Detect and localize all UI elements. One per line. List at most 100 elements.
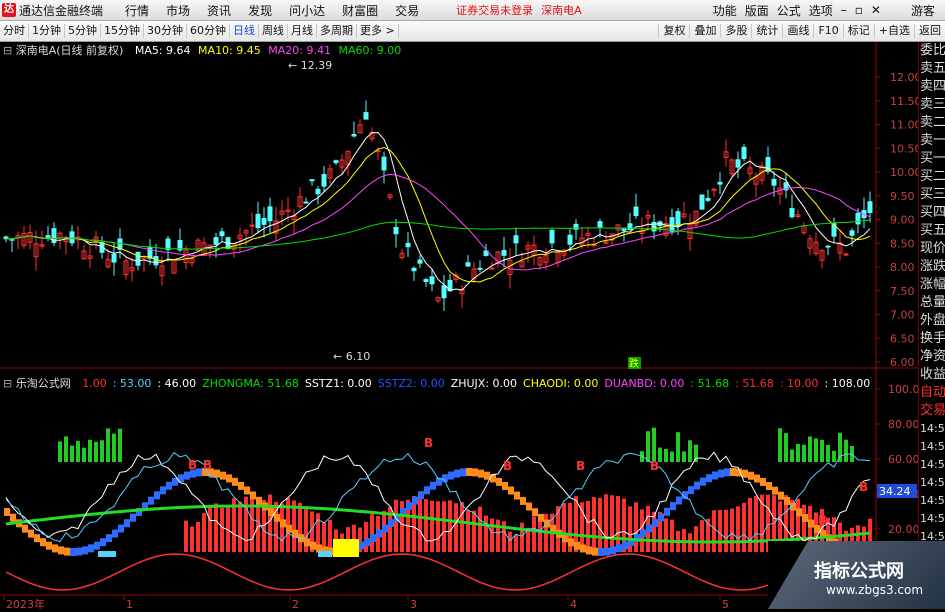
side-panel-item[interactable]: 交易 (920, 402, 945, 420)
candle-body (717, 181, 723, 185)
indicator-step (760, 477, 766, 486)
period-weekly[interactable]: 周线 (259, 24, 288, 38)
tool-f10[interactable]: F10 (813, 24, 842, 38)
menu-formula[interactable]: 公式 (777, 2, 801, 19)
indicator-bar-red (664, 518, 668, 552)
side-panel-item[interactable]: 外盘 (920, 312, 945, 330)
indicator-bar-red (484, 515, 488, 552)
indicator-step (10, 513, 16, 522)
price-tick-label: 7.50 (890, 285, 915, 298)
minimize-icon[interactable]: – (841, 3, 847, 17)
chart-area[interactable]: ⊟ 深南电A(日线 前复权) MA5: 9.64 MA10: 9.45 MA20… (0, 42, 927, 611)
indicator-step (586, 546, 592, 555)
menu-ask[interactable]: 问小达 (289, 2, 325, 19)
buy-signal-label: B (818, 513, 827, 527)
indicator-step (28, 529, 34, 538)
close-icon[interactable]: ✕ (871, 3, 881, 17)
indicator-step (94, 541, 100, 550)
side-panel-item[interactable]: 现价 (920, 240, 945, 258)
indicator-bar-red (328, 519, 332, 552)
side-panel-item[interactable]: 收益 (920, 366, 945, 384)
indicator-bar-green (826, 445, 830, 462)
menu-layout[interactable]: 版面 (745, 2, 769, 19)
side-panel-item[interactable]: 总量 (920, 294, 945, 312)
candle-body (315, 188, 321, 195)
side-panel-item[interactable]: 涨幅 (920, 276, 945, 294)
guest-login[interactable]: 游客 (911, 2, 935, 19)
tool-multi-stock[interactable]: 多股 (720, 24, 751, 38)
tool-overlay[interactable]: 叠加 (689, 24, 720, 38)
indicator-step (64, 547, 70, 556)
sub-settings-icon[interactable]: ⊟ (3, 377, 12, 390)
indicator-bar-red (652, 511, 656, 552)
indicator-bar-red (508, 531, 512, 552)
side-panel-item[interactable]: 14:56 (920, 438, 945, 456)
period-multi[interactable]: 多周期 (317, 24, 357, 38)
menu-wealth[interactable]: 财富圈 (342, 2, 378, 19)
period-5min[interactable]: 5分钟 (65, 24, 101, 38)
tool-stats[interactable]: 统计 (751, 24, 782, 38)
side-panel-item[interactable]: 买三 (920, 186, 945, 204)
side-panel-item[interactable]: 买四 (920, 204, 945, 222)
side-panel-item[interactable]: 委比 (920, 42, 945, 60)
period-30min[interactable]: 30分钟 (144, 24, 187, 38)
side-panel-item[interactable]: 卖二 (920, 114, 945, 132)
side-panel-item[interactable]: 涨跌 (920, 258, 945, 276)
indicator-bar-red (214, 503, 218, 552)
indicator-bar-red (466, 510, 470, 552)
indicator-bar-green (778, 428, 782, 462)
period-1min[interactable]: 1分钟 (29, 24, 65, 38)
indicator-step (40, 538, 46, 547)
menu-quotes[interactable]: 行情 (125, 2, 149, 19)
side-panel-item[interactable]: 自动 (920, 384, 945, 402)
menu-function[interactable]: 功能 (713, 2, 737, 19)
period-60min[interactable]: 60分钟 (187, 24, 230, 38)
settings-icon[interactable]: ⊟ (3, 44, 12, 57)
side-panel-item[interactable]: 14:56 (920, 510, 945, 528)
app-logo-icon: 达 (2, 3, 16, 17)
login-status[interactable]: 证券交易未登录 (456, 2, 533, 18)
side-panel-item[interactable]: 买二 (920, 168, 945, 186)
indicator-bar-green (82, 447, 86, 462)
side-panel-item[interactable]: 换手 (920, 330, 945, 348)
menu-trade[interactable]: 交易 (395, 2, 419, 19)
maximize-icon[interactable]: ▫ (855, 3, 863, 17)
period-intraday[interactable]: 分时 (0, 24, 29, 38)
tool-adjust[interactable]: 复权 (658, 24, 689, 38)
indicator-step (646, 524, 652, 533)
side-panel-item[interactable]: 买一 (920, 150, 945, 168)
indicator-bar-red (754, 495, 758, 552)
side-panel-item[interactable]: 卖五 (920, 60, 945, 78)
chart-canvas[interactable]: 12.0011.5011.0010.5010.009.509.008.508.0… (0, 42, 927, 611)
side-panel-item[interactable]: 14:56 (920, 456, 945, 474)
period-15min[interactable]: 15分钟 (101, 24, 144, 38)
indicator-step (658, 513, 664, 522)
indicator-step (166, 481, 172, 490)
menu-news[interactable]: 资讯 (207, 2, 231, 19)
menu-options[interactable]: 选项 (809, 2, 833, 19)
indicator-param: : 10.00 (779, 377, 819, 390)
side-panel-item[interactable]: 净资 (920, 348, 945, 366)
candle-body (855, 212, 861, 225)
price-tick-label: 11.00 (890, 119, 918, 132)
side-panel-item[interactable]: 卖三 (920, 96, 945, 114)
side-panel-item[interactable]: 买五 (920, 222, 945, 240)
tool-mark[interactable]: 标记 (842, 24, 874, 38)
indicator-bar-red (592, 497, 596, 552)
side-panel-item[interactable]: 卖四 (920, 78, 945, 96)
tool-draw[interactable]: 画线 (782, 24, 813, 38)
side-panel-item[interactable]: 卖一 (920, 132, 945, 150)
period-monthly[interactable]: 月线 (288, 24, 317, 38)
tool-back[interactable]: 返回 (914, 24, 945, 38)
side-panel-item[interactable]: 14:56 (920, 474, 945, 492)
menu-discover[interactable]: 发现 (248, 2, 272, 19)
side-panel-item[interactable]: 14:56 (920, 492, 945, 510)
side-panel-item[interactable]: 14:56 (920, 420, 945, 438)
period-daily[interactable]: 日线 (230, 24, 259, 38)
indicator-bar-green (646, 431, 650, 462)
indicator-bar-red (238, 501, 242, 552)
tool-add-watch[interactable]: +自选 (873, 24, 914, 38)
period-more[interactable]: 更多 > (357, 24, 399, 38)
indicator-bar-red (610, 495, 614, 552)
menu-market[interactable]: 市场 (166, 2, 190, 19)
